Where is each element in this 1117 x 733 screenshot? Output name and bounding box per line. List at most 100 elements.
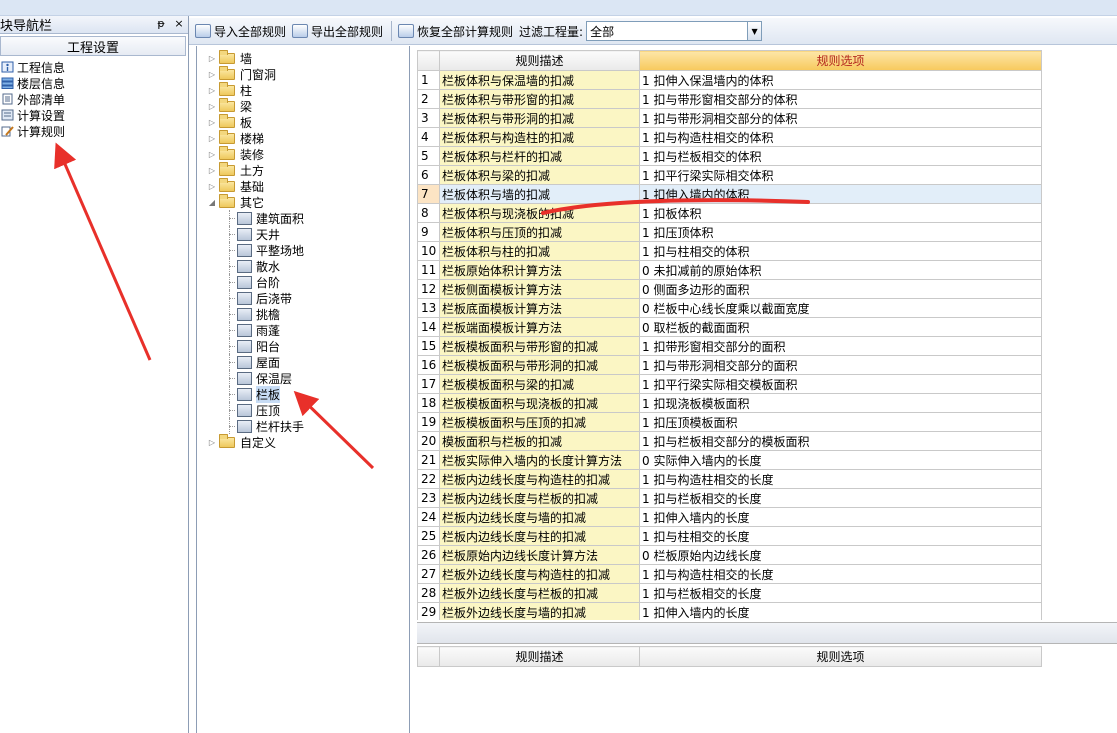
rule-option-cell[interactable]: 1 扣伸入墙内的体积	[639, 184, 1042, 204]
expand-icon[interactable]: ▷	[207, 70, 217, 79]
tree-item[interactable]: 天井	[197, 226, 409, 242]
tree-folder[interactable]: ▷ 基础	[197, 177, 409, 194]
expand-icon[interactable]: ▷	[207, 102, 217, 111]
tree-folder[interactable]: ▷ 门窗洞	[197, 65, 409, 82]
detail-header-rule-option[interactable]: 规则选项	[639, 646, 1042, 667]
rule-option-cell[interactable]: 1 扣与栏板相交的体积	[639, 146, 1042, 166]
rule-option-cell[interactable]: 1 扣板体积	[639, 203, 1042, 223]
rule-option-cell[interactable]: 0 栏板原始内边线长度	[639, 545, 1042, 565]
nav-item-external-list[interactable]: 外部清单	[0, 91, 188, 107]
rule-option-cell[interactable]: 0 栏板中心线长度乘以截面宽度	[639, 298, 1042, 318]
tree-folder[interactable]: ▷ 自定义	[197, 433, 409, 450]
expand-icon[interactable]: ▷	[207, 54, 217, 63]
tree-item[interactable]: 栏杆扶手	[197, 418, 409, 434]
table-row[interactable]: 4 栏板体积与构造柱的扣减 1 扣与构造柱相交的体积	[417, 127, 1042, 147]
tree-item[interactable]: 散水	[197, 258, 409, 274]
table-row[interactable]: 17 栏板模板面积与梁的扣减 1 扣平行梁实际相交模板面积	[417, 374, 1042, 394]
rule-option-cell[interactable]: 0 实际伸入墙内的长度	[639, 450, 1042, 470]
rule-option-cell[interactable]: 0 取栏板的截面面积	[639, 317, 1042, 337]
table-row[interactable]: 25 栏板内边线长度与柱的扣减 1 扣与柱相交的长度	[417, 526, 1042, 546]
rule-option-cell[interactable]: 1 扣平行梁实际相交体积	[639, 165, 1042, 185]
nav-item-floor-info[interactable]: 楼层信息	[0, 75, 188, 91]
tree-item[interactable]: 压顶	[197, 402, 409, 418]
table-row[interactable]: 29 栏板外边线长度与墙的扣减 1 扣伸入墙内的长度	[417, 602, 1042, 620]
table-row[interactable]: 23 栏板内边线长度与栏板的扣减 1 扣与栏板相交的长度	[417, 488, 1042, 508]
table-row[interactable]: 22 栏板内边线长度与构造柱的扣减 1 扣与构造柱相交的长度	[417, 469, 1042, 489]
expand-icon[interactable]: ▷	[207, 86, 217, 95]
header-rule-desc[interactable]: 规则描述	[439, 50, 640, 71]
rule-option-cell[interactable]: 1 扣与柱相交的体积	[639, 241, 1042, 261]
expand-icon[interactable]: ▷	[207, 438, 217, 447]
close-icon[interactable]: ×	[172, 17, 186, 30]
table-row[interactable]: 16 栏板模板面积与带形洞的扣减 1 扣与带形洞相交部分的面积	[417, 355, 1042, 375]
tree-item[interactable]: 屋面	[197, 354, 409, 370]
table-row[interactable]: 5 栏板体积与栏杆的扣减 1 扣与栏板相交的体积	[417, 146, 1042, 166]
nav-item-project-info[interactable]: 工程信息	[0, 59, 188, 75]
table-row[interactable]: 19 栏板模板面积与压顶的扣减 1 扣压顶模板面积	[417, 412, 1042, 432]
table-row[interactable]: 14 栏板端面模板计算方法 0 取栏板的截面面积	[417, 317, 1042, 337]
rule-option-cell[interactable]: 1 扣与带形窗相交部分的体积	[639, 89, 1042, 109]
table-row[interactable]: 21 栏板实际伸入墙内的长度计算方法 0 实际伸入墙内的长度	[417, 450, 1042, 470]
table-row[interactable]: 20 模板面积与栏板的扣减 1 扣与栏板相交部分的模板面积	[417, 431, 1042, 451]
rule-option-cell[interactable]: 1 扣与构造柱相交的长度	[639, 564, 1042, 584]
rule-option-cell[interactable]: 1 扣伸入保温墙内的体积	[639, 70, 1042, 90]
rule-option-cell[interactable]: 1 扣与栏板相交部分的模板面积	[639, 431, 1042, 451]
tree-item[interactable]: 台阶	[197, 274, 409, 290]
nav-item-calc-settings[interactable]: 计算设置	[0, 107, 188, 123]
expand-icon[interactable]: ▷	[207, 134, 217, 143]
table-row[interactable]: 8 栏板体积与现浇板的扣减 1 扣板体积	[417, 203, 1042, 223]
tree-item[interactable]: 挑檐	[197, 306, 409, 322]
tree-folder[interactable]: ▷ 板	[197, 113, 409, 130]
table-row[interactable]: 10 栏板体积与柱的扣减 1 扣与柱相交的体积	[417, 241, 1042, 261]
tree-folder[interactable]: ▷ 柱	[197, 81, 409, 98]
rule-option-cell[interactable]: 1 扣与栏板相交的长度	[639, 488, 1042, 508]
tree-item[interactable]: 栏板	[197, 385, 409, 403]
rule-option-cell[interactable]: 1 扣压顶模板面积	[639, 412, 1042, 432]
import-all-rules-button[interactable]: 导入全部规则	[195, 23, 286, 40]
rule-option-cell[interactable]: 1 扣伸入墙内的长度	[639, 507, 1042, 527]
table-row[interactable]: 27 栏板外边线长度与构造柱的扣减 1 扣与构造柱相交的长度	[417, 564, 1042, 584]
table-row[interactable]: 13 栏板底面模板计算方法 0 栏板中心线长度乘以截面宽度	[417, 298, 1042, 318]
tree-folder[interactable]: ▷ 楼梯	[197, 129, 409, 146]
tree-folder[interactable]: ▷ 墙	[197, 49, 409, 66]
table-row[interactable]: 3 栏板体积与带形洞的扣减 1 扣与带形洞相交部分的体积	[417, 108, 1042, 128]
nav-item-calc-rules[interactable]: 计算规则	[0, 123, 188, 139]
tree-item[interactable]: 阳台	[197, 338, 409, 354]
rule-option-cell[interactable]: 1 扣现浇板模板面积	[639, 393, 1042, 413]
table-row[interactable]: 24 栏板内边线长度与墙的扣减 1 扣伸入墙内的长度	[417, 507, 1042, 527]
rule-option-cell[interactable]: 1 扣与带形洞相交部分的体积	[639, 108, 1042, 128]
tree-item[interactable]: 后浇带	[197, 290, 409, 306]
rule-option-cell[interactable]: 1 扣与带形洞相交部分的面积	[639, 355, 1042, 375]
tree-folder[interactable]: ▷ 土方	[197, 161, 409, 178]
export-all-rules-button[interactable]: 导出全部规则	[292, 23, 383, 40]
table-row[interactable]: 15 栏板模板面积与带形窗的扣减 1 扣带形窗相交部分的面积	[417, 336, 1042, 356]
table-row[interactable]: 9 栏板体积与压顶的扣减 1 扣压顶体积	[417, 222, 1042, 242]
pin-icon[interactable]: ᵽ	[154, 17, 168, 30]
filter-quantity-select[interactable]: 全部 ▼	[586, 21, 763, 41]
rule-option-cell[interactable]: 1 扣与栏板相交的长度	[639, 583, 1042, 603]
table-row[interactable]: 12 栏板侧面模板计算方法 0 侧面多边形的面积	[417, 279, 1042, 299]
grid-splitter[interactable]	[417, 622, 1117, 644]
rule-option-cell[interactable]: 1 扣带形窗相交部分的面积	[639, 336, 1042, 356]
header-rule-option[interactable]: 规则选项	[639, 50, 1042, 71]
detail-header-rule-desc[interactable]: 规则描述	[439, 646, 640, 667]
expand-icon[interactable]: ▷	[207, 182, 217, 191]
tree-item[interactable]: 雨蓬	[197, 322, 409, 338]
table-row[interactable]: 6 栏板体积与梁的扣减 1 扣平行梁实际相交体积	[417, 165, 1042, 185]
tree-item[interactable]: 建筑面积	[197, 210, 409, 226]
rule-option-cell[interactable]: 1 扣伸入墙内的长度	[639, 602, 1042, 620]
table-row[interactable]: 26 栏板原始内边线长度计算方法 0 栏板原始内边线长度	[417, 545, 1042, 565]
table-row[interactable]: 18 栏板模板面积与现浇板的扣减 1 扣现浇板模板面积	[417, 393, 1042, 413]
rule-option-cell[interactable]: 1 扣平行梁实际相交模板面积	[639, 374, 1042, 394]
table-row[interactable]: 28 栏板外边线长度与栏板的扣减 1 扣与栏板相交的长度	[417, 583, 1042, 603]
collapse-icon[interactable]: ◢	[207, 198, 217, 207]
tree-item[interactable]: 保温层	[197, 370, 409, 386]
rule-option-cell[interactable]: 1 扣与柱相交的长度	[639, 526, 1042, 546]
table-row[interactable]: 1 栏板体积与保温墙的扣减 1 扣伸入保温墙内的体积	[417, 70, 1042, 90]
rule-option-cell[interactable]: 1 扣压顶体积	[639, 222, 1042, 242]
table-row[interactable]: 11 栏板原始体积计算方法 0 未扣减前的原始体积	[417, 260, 1042, 280]
restore-all-rules-button[interactable]: 恢复全部计算规则	[398, 23, 513, 40]
tree-folder[interactable]: ▷ 梁	[197, 97, 409, 114]
expand-icon[interactable]: ▷	[207, 166, 217, 175]
nav-section-header[interactable]: 工程设置	[0, 36, 186, 56]
